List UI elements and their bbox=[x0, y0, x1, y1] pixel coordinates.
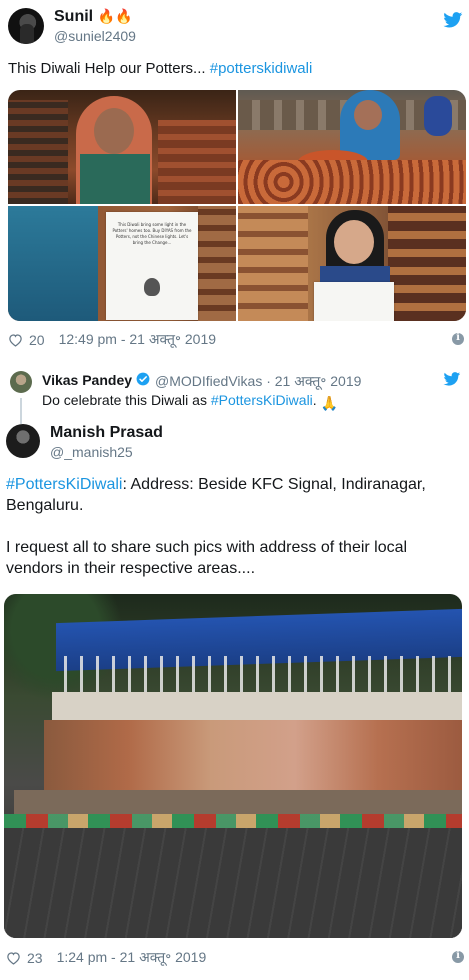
author-handle-date[interactable]: @MODIfiedVikas · 21 अक्तू॰ 2019 bbox=[155, 372, 361, 391]
tweet-text: This Diwali Help our Potters... #potters… bbox=[8, 60, 313, 77]
photo-woman-with-pottery[interactable] bbox=[238, 206, 466, 321]
verified-badge-icon bbox=[136, 372, 150, 386]
photo-pottery-stall[interactable] bbox=[4, 594, 462, 938]
stall-counter bbox=[14, 790, 462, 814]
heart-icon[interactable] bbox=[6, 951, 21, 965]
hashtag-link[interactable]: #PottersKiDiwali bbox=[6, 476, 122, 493]
avatar[interactable] bbox=[6, 424, 40, 458]
like-count: 20 bbox=[29, 331, 45, 348]
tweet-text: #PottersKiDiwali: Address: Beside KFC Si… bbox=[6, 474, 462, 600]
emblem-logo bbox=[144, 278, 160, 296]
hashtag-link[interactable]: #potterskidiwali bbox=[210, 60, 313, 77]
photo-woman-holding-sign[interactable]: This Diwali bring some light in the Pott… bbox=[8, 206, 236, 321]
fire-emoji: 🔥🔥 bbox=[97, 8, 133, 24]
colored-pots bbox=[4, 814, 462, 828]
photo-grid[interactable]: This Diwali bring some light in the Pott… bbox=[8, 90, 466, 321]
timestamp[interactable]: 12:49 pm - 21 अक्तू॰ 2019 bbox=[59, 330, 216, 349]
paper-sign: This Diwali bring some light in the Pott… bbox=[106, 212, 198, 320]
avatar[interactable] bbox=[10, 371, 32, 393]
author-handle[interactable]: @suniel2409 bbox=[54, 28, 136, 44]
like-count: 23 bbox=[27, 949, 43, 966]
author-handle[interactable]: @_manish25 bbox=[50, 444, 133, 460]
tweet-meta: 20 12:49 pm - 21 अक्तू॰ 2019 bbox=[8, 330, 216, 349]
twitter-bird-icon[interactable] bbox=[443, 372, 461, 386]
author-name[interactable]: Vikas Pandey bbox=[42, 372, 132, 388]
folded-hands-emoji: 🙏 bbox=[320, 395, 339, 411]
author-name[interactable]: Manish Prasad bbox=[50, 424, 163, 442]
tweet-paragraph: I request all to share such pics with ad… bbox=[6, 539, 408, 577]
paper-sign bbox=[314, 282, 394, 321]
twitter-bird-icon[interactable] bbox=[443, 12, 463, 28]
timestamp[interactable]: 1:24 pm - 21 अक्तू॰ 2019 bbox=[57, 948, 207, 967]
photo-elderly-potter[interactable] bbox=[8, 90, 236, 204]
photo-woman-with-diyas[interactable] bbox=[238, 90, 466, 204]
stall-shelf bbox=[52, 692, 462, 720]
author-name[interactable]: Sunil 🔥🔥 bbox=[54, 8, 132, 26]
avatar[interactable] bbox=[8, 8, 44, 44]
tweet-meta: 23 1:24 pm - 21 अक्तू॰ 2019 bbox=[6, 948, 206, 967]
paved-ground bbox=[4, 828, 462, 938]
idol-display bbox=[44, 720, 462, 790]
heart-icon[interactable] bbox=[8, 333, 23, 347]
info-icon[interactable] bbox=[452, 332, 464, 345]
tweet-text: Do celebrate this Diwali as #PottersKiDi… bbox=[42, 392, 339, 411]
info-icon[interactable] bbox=[452, 950, 464, 963]
hashtag-link[interactable]: #PottersKiDiwali bbox=[211, 392, 313, 408]
tweet-paragraph: #PottersKiDiwali: Address: Beside KFC Si… bbox=[6, 476, 426, 514]
thread-connector bbox=[20, 398, 22, 424]
